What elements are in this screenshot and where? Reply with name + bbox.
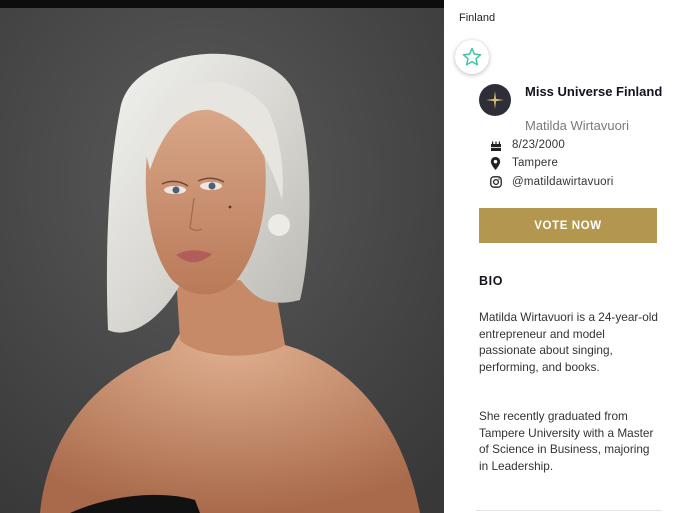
- location-pin-icon: [489, 156, 502, 170]
- bio-paragraph: She recently graduated from Tampere Univ…: [479, 409, 654, 473]
- favorite-button[interactable]: [455, 40, 489, 74]
- pageant-emblem: [479, 84, 511, 116]
- instagram-link[interactable]: @matildawirtavuori: [512, 176, 614, 188]
- sparkle-star-icon: [486, 91, 504, 109]
- star-outline-icon: [462, 47, 482, 66]
- birthdate-row: 8/23/2000: [489, 137, 565, 153]
- birthdate-text: 8/23/2000: [512, 139, 565, 151]
- contestant-photo: [0, 0, 444, 513]
- instagram-row[interactable]: @matildawirtavuori: [489, 174, 614, 190]
- cake-icon: [489, 139, 502, 152]
- country-label: Finland: [459, 12, 496, 24]
- profile-panel: Finland Miss Universe Finland Matilda Wi…: [444, 0, 680, 513]
- bio-paragraph: Matilda Wirtavuori is a 24-year-old entr…: [479, 310, 658, 374]
- divider: [476, 510, 662, 511]
- city-text: Tampere: [512, 157, 559, 169]
- contestant-name: Matilda Wirtavuori: [525, 118, 630, 133]
- photo-top-bar: [0, 0, 444, 8]
- contestant-title: Miss Universe Finland: [525, 84, 663, 99]
- bio-heading: BIO: [479, 274, 504, 288]
- instagram-icon: [489, 176, 502, 189]
- vote-now-button[interactable]: VOTE NOW: [479, 208, 657, 243]
- city-row: Tampere: [489, 155, 558, 171]
